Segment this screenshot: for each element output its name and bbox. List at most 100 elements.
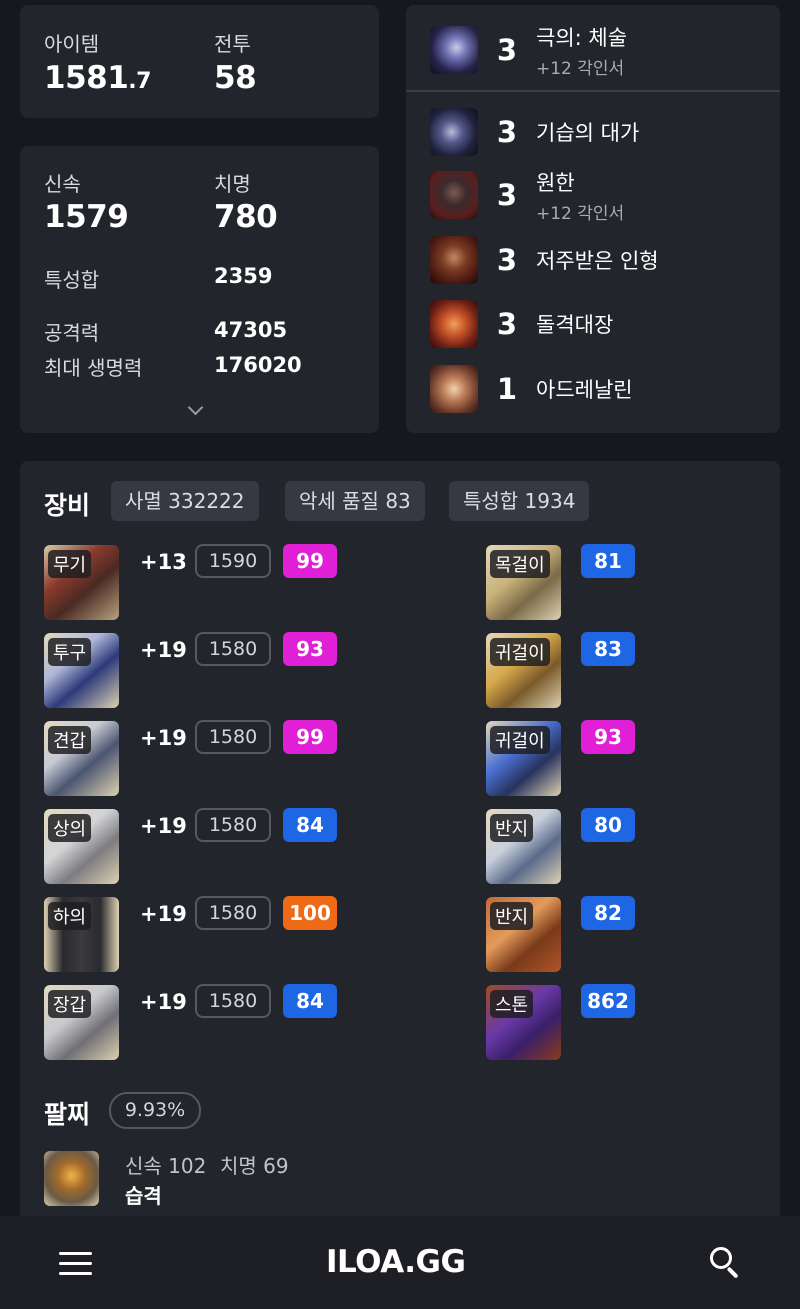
attack-value: 47305 xyxy=(214,318,288,342)
item-slot-tag: 하의 xyxy=(48,902,92,930)
grudge-engraving-icon xyxy=(430,171,478,219)
earring-icon[interactable]: 귀걸이 xyxy=(486,633,561,708)
trait-sum-label: 특성합 xyxy=(44,268,100,292)
upgrade-level: +19 xyxy=(140,990,187,1014)
chest-armor-icon[interactable]: 상의 xyxy=(44,809,119,884)
engraving-book: +12 각인서 xyxy=(536,203,625,224)
engraving-row[interactable]: 3 기습의 대가 xyxy=(430,108,639,156)
engraving-row[interactable]: 3 저주받은 인형 xyxy=(430,236,659,284)
shoulder-icon[interactable]: 견갑 xyxy=(44,721,119,796)
item-level-badge: 1580 xyxy=(195,632,271,666)
item-level-badge: 1580 xyxy=(195,808,271,842)
item-level-label: 아이템 xyxy=(44,32,100,56)
engraving-book: +12 각인서 xyxy=(536,58,625,79)
quality-badge: 99 xyxy=(283,720,337,754)
upgrade-level: +19 xyxy=(140,814,187,838)
swiftness-label: 신속 xyxy=(44,172,81,196)
necklace-icon[interactable]: 목걸이 xyxy=(486,545,561,620)
item-slot-tag: 목걸이 xyxy=(490,550,550,578)
quality-badge: 84 xyxy=(283,808,337,842)
item-level-badge: 1580 xyxy=(195,720,271,754)
engraving-name: 극의: 체술 xyxy=(536,25,628,50)
equipment-title: 장비 xyxy=(44,491,91,520)
ambush-engraving-icon xyxy=(430,108,478,156)
trait-sum-chip: 특성합 1934 xyxy=(449,481,590,521)
item-slot-tag: 장갑 xyxy=(48,990,92,1018)
quality-badge: 93 xyxy=(581,720,635,754)
ring-icon[interactable]: 반지 xyxy=(486,809,561,884)
set-chip: 사멸 332222 xyxy=(111,481,259,521)
fist-engraving-icon xyxy=(430,26,478,74)
combat-level-value: 58 xyxy=(214,60,257,96)
raid-captain-engraving-icon xyxy=(430,300,478,348)
engraving-name: 저주받은 인형 xyxy=(536,249,659,273)
item-slot-tag: 스톤 xyxy=(490,990,534,1018)
bracelet-stat: 신속 102 xyxy=(125,1154,207,1178)
quality-badge: 81 xyxy=(581,544,635,578)
item-slot-tag: 투구 xyxy=(48,638,92,666)
item-level-badge: 1580 xyxy=(195,896,271,930)
ability-stone-icon[interactable]: 스톤 xyxy=(486,985,561,1060)
bracelet-effect: 습격 xyxy=(125,1184,162,1208)
item-level-badge: 1580 xyxy=(195,984,271,1018)
item-slot-tag: 무기 xyxy=(48,550,92,578)
engraving-level: 3 xyxy=(496,307,518,341)
trait-sum-value: 2359 xyxy=(214,264,273,288)
bracelet-icon[interactable] xyxy=(44,1151,99,1206)
engraving-level: 3 xyxy=(496,115,518,149)
engraving-row[interactable]: 3 극의: 체술 +12 각인서 xyxy=(430,26,627,79)
item-slot-tag: 상의 xyxy=(48,814,92,842)
quality-badge: 83 xyxy=(581,632,635,666)
ring-icon[interactable]: 반지 xyxy=(486,897,561,972)
upgrade-level: +19 xyxy=(140,638,187,662)
swiftness-value: 1579 xyxy=(44,199,129,235)
bracelet-title: 팔찌 xyxy=(44,1100,91,1129)
engraving-name: 원한 xyxy=(536,170,575,195)
engraving-row[interactable]: 3 원한 +12 각인서 xyxy=(430,171,624,224)
engraving-level: 3 xyxy=(496,33,518,67)
equipment-card xyxy=(20,461,780,1251)
engraving-name: 돌격대장 xyxy=(536,313,614,337)
attack-label: 공격력 xyxy=(44,321,100,345)
engraving-level: 3 xyxy=(496,178,518,212)
item-level-value: 1581.7 xyxy=(44,60,151,96)
helmet-icon[interactable]: 투구 xyxy=(44,633,119,708)
item-slot-tag: 견갑 xyxy=(48,726,92,754)
engraving-name: 기습의 대가 xyxy=(536,121,640,145)
weapon-icon[interactable]: 무기 xyxy=(44,545,119,620)
earring-icon[interactable]: 귀걸이 xyxy=(486,721,561,796)
engravings-divider xyxy=(406,90,780,92)
adrenaline-engraving-icon xyxy=(430,365,478,413)
quality-badge: 100 xyxy=(283,896,337,930)
pants-icon[interactable]: 하의 xyxy=(44,897,119,972)
engraving-row[interactable]: 3 돌격대장 xyxy=(430,300,613,348)
crit-label: 치명 xyxy=(214,172,251,196)
max-hp-value: 176020 xyxy=(214,353,302,377)
upgrade-level: +19 xyxy=(140,902,187,926)
cursed-doll-engraving-icon xyxy=(430,236,478,284)
bracelet-percent-badge: 9.93% xyxy=(109,1092,201,1129)
bracelet-stat: 치명 69 xyxy=(220,1154,289,1178)
engraving-level: 1 xyxy=(496,372,518,406)
quality-badge: 82 xyxy=(581,896,635,930)
quality-badge: 84 xyxy=(283,984,337,1018)
item-slot-tag: 반지 xyxy=(490,814,534,842)
crit-value: 780 xyxy=(214,199,278,235)
quality-badge: 80 xyxy=(581,808,635,842)
quality-badge: 93 xyxy=(283,632,337,666)
gloves-icon[interactable]: 장갑 xyxy=(44,985,119,1060)
accessory-quality-chip: 악세 품질 83 xyxy=(285,481,425,521)
item-level-badge: 1590 xyxy=(195,544,271,578)
item-slot-tag: 반지 xyxy=(490,902,534,930)
item-slot-tag: 귀걸이 xyxy=(490,726,550,754)
max-hp-label: 최대 생명력 xyxy=(44,356,143,380)
engraving-row[interactable]: 1 아드레날린 xyxy=(430,365,633,413)
upgrade-level: +19 xyxy=(140,726,187,750)
combat-level-label: 전투 xyxy=(214,32,251,56)
quality-badge: 862 xyxy=(581,984,635,1018)
engraving-level: 3 xyxy=(496,243,518,277)
upgrade-level: +13 xyxy=(140,550,187,574)
item-slot-tag: 귀걸이 xyxy=(490,638,550,666)
engraving-name: 아드레날린 xyxy=(536,378,633,402)
app-logo[interactable]: ILOA.GG xyxy=(326,1244,466,1280)
